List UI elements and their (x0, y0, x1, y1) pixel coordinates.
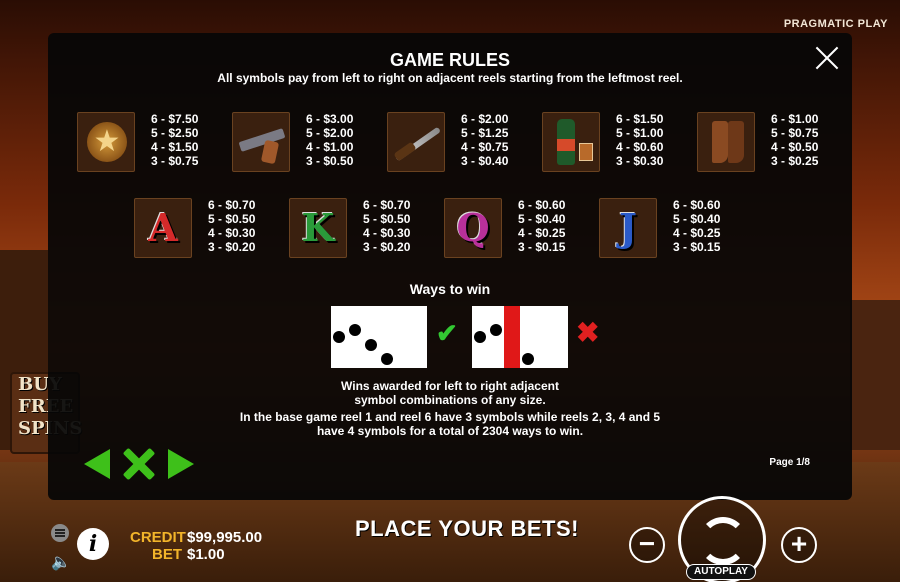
letter-k-icon: K (289, 198, 347, 258)
rules-description-line: In the base game reel 1 and reel 6 have … (239, 410, 661, 424)
background-building-right (850, 300, 900, 450)
decrease-bet-button[interactable]: − (629, 527, 665, 563)
paytable-values: 6 - $1.50 5 - $1.00 4 - $0.60 3 - $0.30 (616, 112, 664, 168)
page-indicator: Page 1/8 (769, 457, 810, 468)
paytable-values: 6 - $0.70 5 - $0.50 4 - $0.30 3 - $0.20 (208, 198, 256, 254)
paytable-values: 6 - $1.00 5 - $0.75 4 - $0.50 3 - $0.25 (771, 112, 819, 168)
paytable-values: 6 - $2.00 5 - $1.25 4 - $0.75 3 - $0.40 (461, 112, 509, 168)
letter-j-icon: J (599, 198, 657, 258)
paytable-values: 6 - $7.50 5 - $2.50 4 - $1.50 3 - $0.75 (151, 112, 199, 168)
credit-label: CREDIT (130, 529, 186, 546)
status-message: PLACE YOUR BETS! (355, 516, 579, 541)
brand-logo: PRAGMATIC PLAY (783, 18, 888, 30)
close-rules-icon[interactable] (122, 447, 156, 481)
sheriff-badge-icon (77, 112, 135, 172)
page-navigation (84, 447, 202, 483)
bet-label: BET (152, 546, 182, 563)
rules-description-line: symbol combinations of any size. (354, 393, 546, 407)
revolver-icon (232, 112, 290, 172)
letter-a-icon: A (134, 198, 192, 258)
dialog-subtitle: All symbols pay from left to right on ad… (217, 71, 683, 85)
next-page-icon[interactable] (168, 449, 194, 479)
paytable-values: 6 - $0.60 5 - $0.40 4 - $0.25 3 - $0.15 (518, 198, 566, 254)
whiskey-bottle-icon (542, 112, 600, 172)
control-bar: 🔈 i CREDIT $99,995.00 BET $1.00 PLACE YO… (0, 496, 900, 582)
rules-description-line: have 4 symbols for a total of 2304 ways … (316, 424, 584, 438)
cowboy-boots-icon (697, 112, 755, 172)
previous-page-icon[interactable] (84, 449, 110, 479)
paytable-values: 6 - $0.70 5 - $0.50 4 - $0.30 3 - $0.20 (363, 198, 411, 254)
autoplay-button[interactable]: AUTOPLAY (686, 564, 756, 580)
letter-q-icon: Q (444, 198, 502, 258)
sound-icon[interactable]: 🔈 (51, 552, 71, 572)
cross-icon: ✖ (576, 317, 600, 348)
close-icon[interactable] (814, 45, 840, 71)
menu-icon[interactable] (51, 524, 69, 542)
check-icon: ✔ (436, 318, 458, 348)
knife-icon (387, 112, 445, 172)
paytable-values: 6 - $0.60 5 - $0.40 4 - $0.25 3 - $0.15 (673, 198, 721, 254)
credit-value: $99,995.00 (187, 529, 263, 546)
paytable-values: 6 - $3.00 5 - $2.00 4 - $1.00 3 - $0.50 (306, 112, 354, 168)
invalid-ways-diagram (472, 306, 568, 368)
increase-bet-button[interactable]: + (781, 527, 817, 563)
dialog-title: GAME RULES (389, 50, 510, 70)
refresh-icon (699, 517, 747, 565)
info-button[interactable]: i (77, 528, 109, 560)
rules-description-line: Wins awarded for left to right adjacent (341, 379, 559, 393)
game-rules-dialog: GAME RULES All symbols pay from left to … (48, 33, 852, 500)
ways-to-win-title: Ways to win (409, 281, 491, 297)
valid-ways-diagram (331, 306, 427, 368)
bet-value: $1.00 (187, 546, 225, 563)
